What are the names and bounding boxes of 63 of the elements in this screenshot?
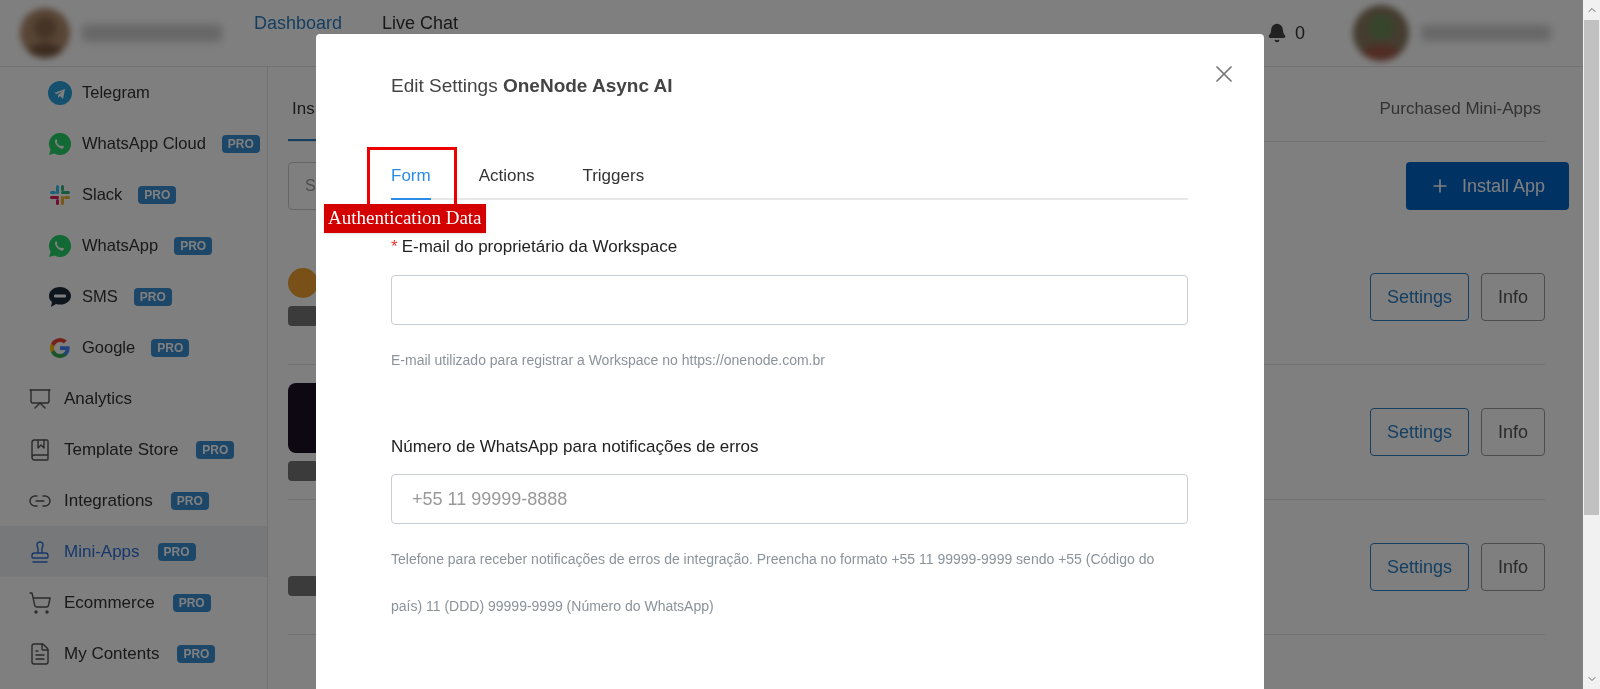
info-button[interactable]: Info — [1480, 408, 1545, 456]
app-logo — [288, 383, 318, 453]
document-icon — [28, 641, 52, 666]
tag — [288, 576, 318, 596]
settings-button[interactable]: Settings — [1369, 408, 1469, 456]
pro-badge: PRO — [133, 287, 172, 306]
pro-badge: PRO — [196, 440, 235, 459]
help-text: E-mail utilizado para registrar a Workspace no https://onenode.com.br — [391, 350, 826, 370]
field-label: Número de WhatsApp para notificações de erros — [391, 435, 759, 458]
info-button[interactable]: Info — [1480, 273, 1545, 321]
install-app-button[interactable]: Install App — [1405, 162, 1569, 210]
sidebar-item[interactable]: SMS PRO — [0, 271, 267, 322]
info-button[interactable]: Info — [1480, 543, 1545, 591]
sidebar-item[interactable]: Slack PRO — [0, 169, 267, 220]
speech-bubble-icon — [48, 284, 72, 309]
pro-badge: PRO — [170, 491, 209, 510]
pro-badge: PRO — [138, 185, 177, 204]
modal-tab[interactable]: Form — [391, 162, 431, 200]
sidebar-item[interactable]: WhatsApp PRO — [0, 220, 267, 271]
text-input[interactable] — [391, 274, 1188, 325]
modal-tab[interactable]: Actions — [478, 162, 535, 200]
hash-logo-icon — [48, 182, 72, 207]
tag — [288, 306, 318, 326]
annotation-label: Authentication Data — [324, 204, 486, 233]
modal-tab[interactable]: Triggers — [582, 162, 645, 200]
pro-badge: PRO — [172, 593, 211, 612]
field-label: E-mail do proprietário da Workspace — [401, 236, 678, 258]
pro-badge: PRO — [174, 236, 213, 255]
nav-link[interactable]: Live Chat — [382, 10, 459, 37]
settings-button[interactable]: Settings — [1369, 543, 1469, 591]
required-mark: * — [391, 236, 398, 258]
sidebar-item[interactable]: Google PRO — [0, 322, 267, 373]
chart-board-icon — [28, 386, 52, 411]
scrollbar[interactable] — [1583, 0, 1600, 689]
sidebar-item[interactable]: My Contents PRO — [0, 628, 267, 679]
sidebar-item[interactable]: Mini-Apps PRO — [0, 526, 267, 577]
sidebar-item[interactable]: Telegram — [0, 67, 267, 118]
stamp-icon — [28, 539, 52, 564]
page-tab[interactable]: Purchased Mini-Apps — [1375, 95, 1545, 141]
sidebar-item[interactable]: Integrations PRO — [0, 475, 267, 526]
bell-icon[interactable] — [1267, 23, 1287, 43]
sidebar-item[interactable]: Analytics — [0, 373, 267, 424]
help-text: Telefone para receber notificações de erros de integração. Preencha no formato +55 11 99999-9999 sendo +55 (Código do país) 11 (DDD) 99999-9999 (Número do WhatsApp) — [391, 550, 1156, 616]
settings-button[interactable]: Settings — [1369, 273, 1469, 321]
notification-count: 0 — [1295, 21, 1305, 45]
pro-badge: PRO — [157, 542, 196, 561]
sidebar-item[interactable]: WhatsApp Cloud PRO — [0, 118, 267, 169]
pro-badge: PRO — [151, 338, 190, 357]
sidebar-item[interactable]: Template Store PRO — [0, 424, 267, 475]
chat-phone-icon — [48, 233, 72, 258]
pro-badge: PRO — [221, 134, 260, 153]
tag — [288, 461, 318, 481]
nav-link[interactable]: Dashboard — [254, 10, 343, 37]
letter-g-icon — [48, 335, 72, 360]
sidebar-item[interactable]: Ecommerce PRO — [0, 577, 267, 628]
modal-title: Edit Settings OneNode Async AI — [391, 74, 674, 98]
pro-badge: PRO — [177, 644, 216, 663]
paper-plane-icon — [48, 80, 72, 105]
book-icon — [28, 437, 52, 462]
chat-phone-icon — [48, 131, 72, 156]
cart-icon — [28, 590, 52, 615]
text-input[interactable]: +55 11 99999-8888 — [391, 474, 1188, 524]
app-logo — [288, 268, 318, 298]
